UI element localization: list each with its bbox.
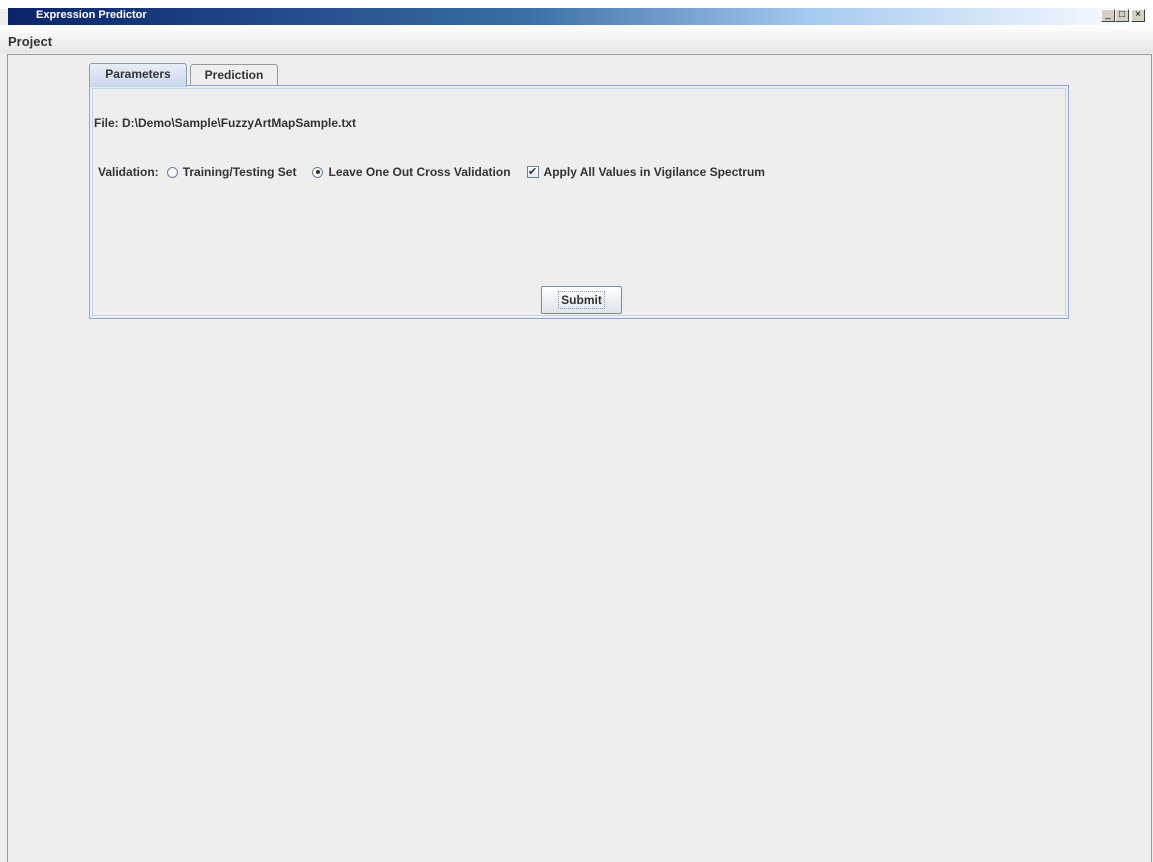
option-leave-one-out-label: Leave One Out Cross Validation: [328, 165, 511, 179]
submit-button[interactable]: Submit: [541, 286, 622, 314]
option-training-testing-label: Training/Testing Set: [182, 165, 297, 179]
validation-row: Validation: Training/Testing Set Leave O…: [98, 165, 781, 179]
radio-training-testing[interactable]: [166, 166, 178, 178]
panel-inner-border: File: D:\Demo\Sample\FuzzyArtMapSample.t…: [92, 88, 1066, 316]
vigilance-spectrum-label: Apply All Values in Vigilance Spectrum: [543, 165, 765, 179]
parameters-panel: File: D:\Demo\Sample\FuzzyArtMapSample.t…: [89, 85, 1069, 319]
minimize-button[interactable]: _: [1101, 9, 1115, 22]
maximize-button[interactable]: □: [1115, 9, 1129, 22]
file-row: File: D:\Demo\Sample\FuzzyArtMapSample.t…: [94, 116, 356, 130]
file-label: File:: [94, 116, 119, 130]
window-controls: _ □ ×: [1101, 9, 1145, 22]
tab-parameters[interactable]: Parameters: [89, 63, 187, 87]
option-leave-one-out[interactable]: Leave One Out Cross Validation: [312, 165, 511, 179]
submit-label: Submit: [558, 291, 605, 309]
menu-bar: Project: [0, 25, 1153, 53]
title-bar[interactable]: Expression Predictor _ □ ×: [8, 8, 1153, 25]
menu-project[interactable]: Project: [8, 34, 52, 49]
validation-label: Validation:: [98, 165, 159, 179]
window-title: Expression Predictor: [36, 9, 147, 21]
vigilance-spectrum-option[interactable]: ✔ Apply All Values in Vigilance Spectrum: [526, 165, 765, 179]
vigilance-spectrum-checkbox[interactable]: ✔: [526, 166, 539, 178]
app-window: Expression Predictor _ □ × Project Param…: [0, 0, 1153, 862]
close-icon: ×: [1135, 9, 1141, 20]
close-button[interactable]: ×: [1131, 9, 1145, 22]
tab-prediction[interactable]: Prediction: [190, 64, 278, 85]
minimize-icon: _: [1105, 9, 1111, 20]
radio-leave-one-out[interactable]: [312, 166, 324, 178]
option-training-testing[interactable]: Training/Testing Set: [166, 165, 297, 179]
maximize-icon: □: [1118, 9, 1126, 20]
file-path: D:\Demo\Sample\FuzzyArtMapSample.txt: [122, 116, 357, 130]
